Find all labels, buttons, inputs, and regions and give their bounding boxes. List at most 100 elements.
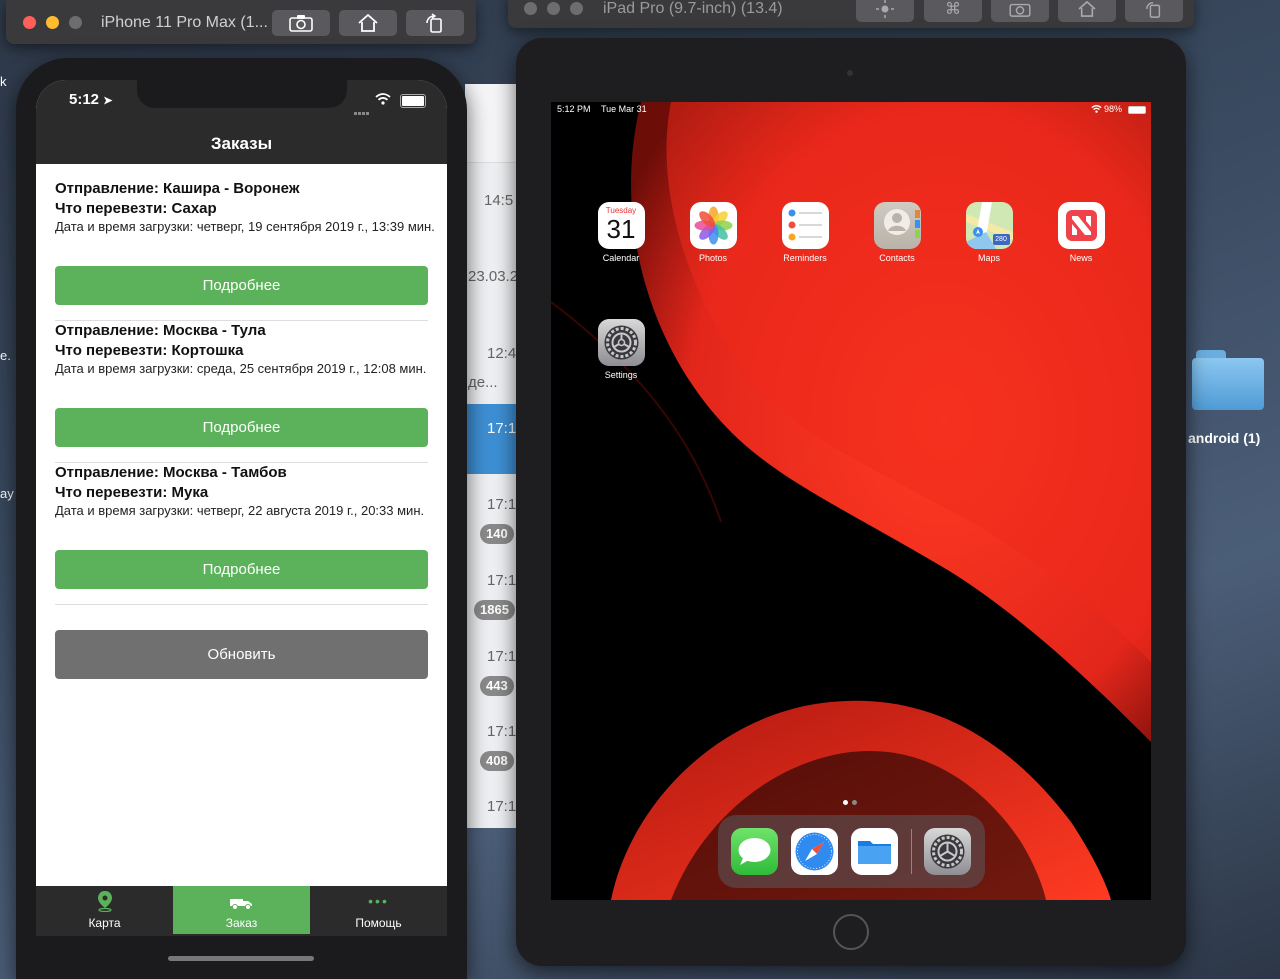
ipad-home-button[interactable] <box>1058 0 1116 22</box>
app-contacts[interactable]: Contacts <box>857 202 937 263</box>
dock-settings-icon[interactable] <box>924 828 971 875</box>
order-2-datetime: Дата и время загрузки: среда, 25 сентябр… <box>55 361 427 376</box>
tab-bar: Карта Заказ ••• Помощь <box>36 886 447 936</box>
more-icon: ••• <box>368 893 389 909</box>
app-calendar[interactable]: Tuesday 31 Calendar <box>581 202 661 263</box>
app-settings[interactable]: Settings <box>581 319 661 380</box>
tab-help-label: Помощь <box>355 916 402 930</box>
dock-separator <box>911 829 912 874</box>
desktop-fragment-e: e. <box>0 348 11 363</box>
status-time: 5:12 ➤ <box>69 91 112 108</box>
messages-icon[interactable] <box>731 828 778 875</box>
app-news[interactable]: News <box>1041 202 1121 263</box>
app-maps[interactable]: 280 Maps <box>949 202 1029 263</box>
desktop-fragment-k: k <box>0 74 7 89</box>
command-icon: ⌘ <box>945 1 961 18</box>
page-indicator[interactable] <box>843 792 857 810</box>
tab-order[interactable]: Заказ <box>173 886 310 934</box>
order-3-datetime: Дата и время загрузки: четверг, 22 авгус… <box>55 503 425 518</box>
desktop-folder-label[interactable]: android (1) <box>1188 430 1260 446</box>
order-1-datetime: Дата и время загрузки: четверг, 19 сентя… <box>55 219 435 234</box>
camera-icon <box>289 15 313 32</box>
news-icon <box>1057 202 1105 249</box>
status-time-text: 5:12 <box>69 91 100 108</box>
home-icon <box>358 14 378 32</box>
app-reminders[interactable]: Reminders <box>765 202 845 263</box>
ipad-rotate-icon <box>1146 1 1161 18</box>
ipad-rotate-button[interactable] <box>1125 0 1183 22</box>
calendar-day: 31 <box>606 214 636 244</box>
ipad-battery-percent: 98% <box>1104 104 1123 114</box>
ipad-command-button[interactable]: ⌘ <box>924 0 982 22</box>
map-pin-icon <box>97 891 112 912</box>
zoom-window-button[interactable] <box>69 16 82 29</box>
tab-map-label: Карта <box>88 916 121 930</box>
ipad-home-icon <box>1078 1 1096 17</box>
home-button[interactable] <box>339 10 397 36</box>
app-label: Calendar <box>602 253 640 263</box>
maps-shield-badge: 280 <box>992 234 1010 245</box>
app-photos[interactable]: Photos <box>673 202 753 263</box>
bg-badge-1: 140 <box>480 524 514 544</box>
tab-help[interactable]: ••• Помощь <box>310 886 447 934</box>
app-label: Settings <box>604 370 638 380</box>
page-title: Заказы <box>210 134 273 153</box>
truck-icon <box>229 899 252 910</box>
battery-icon <box>400 94 426 108</box>
order-divider <box>55 604 428 605</box>
safari-icon[interactable] <box>791 828 838 875</box>
order-2-details-button[interactable]: Подробнее <box>55 408 428 447</box>
bg-date: 23.03.2 <box>468 268 519 285</box>
ipad-camera <box>847 70 853 76</box>
tab-map[interactable]: Карта <box>36 886 173 934</box>
ipad-status-time: 5:12 PM <box>557 104 591 114</box>
rotate-button[interactable] <box>406 10 464 36</box>
photos-icon <box>689 202 737 249</box>
rotate-icon <box>426 13 442 33</box>
order-3-route: Отправление: Москва - Тамбов <box>55 464 287 481</box>
home-indicator <box>168 956 314 961</box>
bg-badge-2: 1865 <box>474 600 515 620</box>
ipad-home-button-physical[interactable] <box>833 914 869 950</box>
ipad-wifi-icon <box>1091 105 1102 113</box>
iphone-simulator-titlebar[interactable]: iPhone 11 Pro Max (1... <box>6 0 476 44</box>
bg-text: де... <box>468 374 498 391</box>
ipad-close-window-button[interactable] <box>524 2 537 15</box>
app-label: News <box>1069 253 1093 263</box>
ipad-camera-icon <box>1009 3 1031 17</box>
reminders-icon <box>781 202 829 249</box>
brightness-icon <box>876 0 894 18</box>
settings-icon <box>597 319 645 366</box>
ipad-simulator-titlebar[interactable]: iPad Pro (9.7-inch) (13.4) ⌘ <box>508 0 1194 28</box>
order-2-route: Отправление: Москва - Тула <box>55 322 266 339</box>
minimize-window-button[interactable] <box>46 16 59 29</box>
app-label: Maps <box>977 253 1000 263</box>
calendar-icon: Tuesday 31 <box>597 202 645 249</box>
maps-icon: 280 <box>965 202 1013 249</box>
ipad-screenshot-button[interactable] <box>991 0 1049 22</box>
ipad-zoom-window-button[interactable] <box>570 2 583 15</box>
app-label: Contacts <box>879 253 915 263</box>
order-1-details-button[interactable]: Подробнее <box>55 266 428 305</box>
iphone-window-title: iPhone 11 Pro Max (1... <box>101 14 268 31</box>
ipad-minimize-window-button[interactable] <box>547 2 560 15</box>
bg-badge-4: 408 <box>480 751 514 771</box>
ipad-window-title: iPad Pro (9.7-inch) (13.4) <box>603 0 783 17</box>
iphone-screen: 5:12 ➤ Заказы Отправление: Кашира - Воро… <box>36 80 447 936</box>
ipad-battery-icon <box>1128 106 1146 114</box>
close-window-button[interactable] <box>23 16 36 29</box>
location-arrow-icon: ➤ <box>103 95 113 107</box>
order-3-details-button[interactable]: Подробнее <box>55 550 428 589</box>
tab-order-label: Заказ <box>225 916 258 930</box>
desktop-folder-icon[interactable] <box>1192 350 1266 410</box>
files-icon[interactable] <box>851 828 898 875</box>
ipad-screen: 5:12 PM Tue Mar 31 98% Tuesday 31 Calend… <box>551 102 1151 900</box>
notch <box>137 80 347 108</box>
order-divider <box>55 320 428 321</box>
dock <box>718 815 985 888</box>
app-label: Photos <box>698 253 728 263</box>
screenshot-button[interactable] <box>272 10 330 36</box>
order-2-cargo: Что перевезти: Кортошка <box>55 342 244 359</box>
refresh-button[interactable]: Обновить <box>55 630 428 679</box>
ipad-brightness-button[interactable] <box>856 0 914 22</box>
